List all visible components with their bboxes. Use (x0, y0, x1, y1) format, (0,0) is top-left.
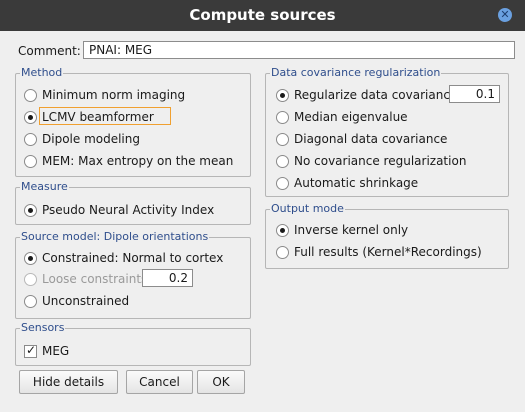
option-label: Inverse kernel only (294, 223, 409, 237)
loose-constraints-value[interactable]: 0.2 (142, 269, 193, 287)
method-group: Method Minimum norm imaging LCMV beamfor… (15, 66, 251, 177)
radio-button[interactable] (24, 204, 37, 217)
radio-button[interactable] (276, 111, 289, 124)
comment-input[interactable]: PNAI: MEG (83, 41, 515, 59)
option-label: Automatic shrinkage (294, 176, 419, 190)
option-label: Constrained: Normal to cortex (42, 251, 224, 265)
option-label: Median eigenvalue (294, 110, 408, 124)
option-label: MEM: Max entropy on the mean (42, 154, 234, 168)
close-icon[interactable]: ✕ (498, 8, 512, 22)
option-label: Dipole modeling (42, 132, 140, 146)
regularize-value-input[interactable]: 0.1 (449, 85, 500, 103)
source-model-group-title: Source model: Dipole orientations (20, 230, 210, 244)
option-label: LCMV beamformer (42, 110, 154, 124)
option-label: Full results (Kernel*Recordings) (294, 245, 482, 259)
radio-button (24, 273, 37, 286)
measure-group-title: Measure (20, 180, 69, 194)
sensors-group: Sensors MEG (15, 321, 251, 366)
radio-button[interactable] (24, 133, 37, 146)
window-title: Compute sources (189, 6, 336, 24)
sensors-group-title: Sensors (20, 321, 66, 335)
ok-button[interactable]: OK (197, 370, 245, 394)
checkbox[interactable] (24, 343, 37, 358)
covariance-group-title: Data covariance regularization (270, 66, 442, 80)
comment-label: Comment: (18, 44, 81, 58)
option-label: No covariance regularization (294, 154, 467, 168)
hide-details-button[interactable]: Hide details (19, 370, 118, 394)
output-mode-group-title: Output mode (270, 202, 345, 216)
radio-button[interactable] (276, 246, 289, 259)
option-label: Loose constraints (42, 272, 148, 286)
radio-button[interactable] (276, 89, 289, 102)
option-label: Minimum norm imaging (42, 88, 186, 102)
radio-button[interactable] (24, 111, 37, 124)
radio-button[interactable] (276, 133, 289, 146)
source-model-group: Source model: Dipole orientations Constr… (15, 230, 251, 319)
option-label: Diagonal data covariance (294, 132, 448, 146)
cancel-button[interactable]: Cancel (126, 370, 193, 394)
option-label: Pseudo Neural Activity Index (42, 203, 215, 217)
covariance-group: Data covariance regularization Regulariz… (265, 66, 509, 197)
radio-button[interactable] (276, 224, 289, 237)
radio-button[interactable] (276, 155, 289, 168)
option-label: MEG (42, 344, 70, 358)
title-bar: Compute sources ✕ (0, 0, 525, 31)
radio-button[interactable] (276, 177, 289, 190)
radio-button[interactable] (24, 155, 37, 168)
output-mode-group: Output mode Inverse kernel only Full res… (265, 202, 509, 269)
measure-group: Measure Pseudo Neural Activity Index (15, 180, 251, 225)
option-label: Unconstrained (42, 294, 130, 308)
radio-button[interactable] (24, 89, 37, 102)
radio-button[interactable] (24, 252, 37, 265)
radio-button[interactable] (24, 295, 37, 308)
method-group-title: Method (20, 66, 64, 80)
option-label: Regularize data covariance: (294, 88, 462, 102)
